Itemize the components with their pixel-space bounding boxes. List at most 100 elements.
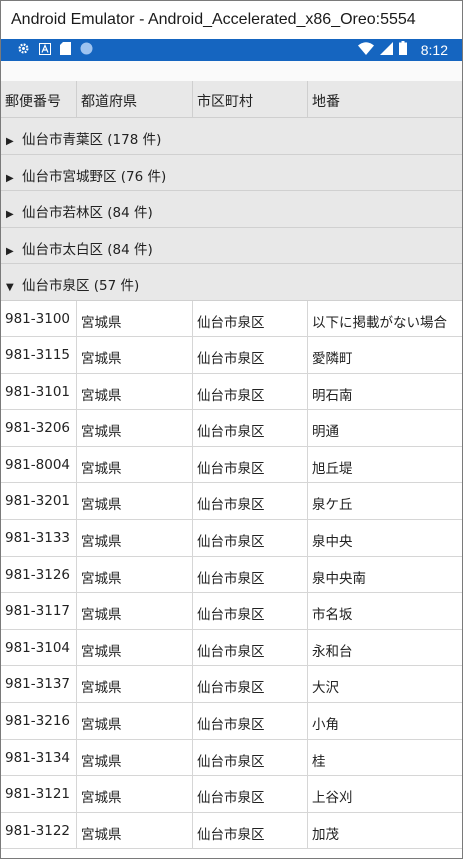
cell-city: 仙台市泉区 — [193, 629, 308, 666]
cell-address: 泉中央南 — [312, 570, 366, 587]
header-prefecture[interactable]: 都道府県 — [77, 81, 193, 117]
header-address[interactable]: 地番 — [308, 81, 462, 117]
group-list: ▶ 仙台市青葉区 (178 件) ▶ 仙台市宮城野区 (76 件) ▶ 仙台市若林区 (8… — [1, 118, 462, 301]
window-title: Android Emulator - Android_Accelerated_x… — [1, 1, 462, 39]
table-row[interactable]: 981-3115 宮城県 仙台市泉区 愛隣町 — [1, 337, 462, 374]
cell-address: 永和台 — [312, 643, 353, 660]
cell-city: 仙台市泉区 — [193, 593, 308, 629]
cell-postal-code: 981-3101 — [1, 373, 77, 410]
header-postal-code[interactable]: 郵便番号 — [1, 81, 77, 117]
table-row[interactable]: 981-3100 宮城県 仙台市泉区 以下に掲載がない場合 — [1, 300, 462, 338]
cell-postal-code: 981-3201 — [1, 483, 77, 520]
table-header: 郵便番号 都道府県 市区町村 地番 — [1, 81, 462, 118]
cell-postal-code: 981-3104 — [1, 629, 77, 666]
cell-city: 仙台市泉区 — [193, 300, 308, 337]
signal-icon — [379, 41, 393, 58]
cell-city: 仙台市泉区 — [193, 739, 308, 776]
group-header[interactable]: ▶ 仙台市宮城野区 (76 件) — [1, 154, 462, 191]
group-label: 仙台市青葉区 (178 件) — [22, 132, 162, 148]
cell-postal-code: 981-3100 — [1, 300, 77, 337]
battery-icon — [398, 41, 407, 58]
cell-postal-code: 981-3133 — [1, 520, 77, 556]
cell-address: 上谷刈 — [312, 790, 353, 807]
group-label: 仙台市宮城野区 (76 件) — [22, 168, 167, 185]
cell-postal-code: 981-3122 — [1, 812, 77, 849]
group-header[interactable]: ▶ 仙台市青葉区 (178 件) — [1, 118, 462, 155]
cell-postal-code: 981-3117 — [1, 593, 77, 629]
table-row[interactable]: 981-3201 宮城県 仙台市泉区 泉ケ丘 — [1, 483, 462, 521]
cell-city: 仙台市泉区 — [193, 556, 308, 593]
row-list: 981-3100 宮城県 仙台市泉区 以下に掲載がない場合 981-3115 宮城県 仙台市… — [1, 300, 462, 850]
cell-address: 愛隣町 — [312, 351, 353, 368]
cell-city: 仙台市泉区 — [193, 337, 308, 373]
app-bar — [1, 61, 462, 81]
cell-city: 仙台市泉区 — [193, 483, 308, 520]
cell-address: 旭丘堤 — [312, 460, 353, 477]
cell-prefecture: 宮城県 — [77, 373, 193, 410]
cell-prefecture: 宮城県 — [77, 666, 193, 703]
cell-postal-code: 981-3206 — [1, 410, 77, 446]
table-row[interactable]: 981-3101 宮城県 仙台市泉区 明石南 — [1, 373, 462, 411]
cell-address: 加茂 — [312, 826, 339, 843]
table-row[interactable]: 981-3117 宮城県 仙台市泉区 市名坂 — [1, 593, 462, 630]
table-row[interactable]: 981-3134 宮城県 仙台市泉区桂 — [1, 739, 462, 777]
expand-triangle-icon: ▶ — [6, 245, 14, 257]
cell-postal-code: 981-8004 — [1, 446, 77, 483]
cell-address: 以下に掲載がない場合 — [312, 314, 447, 331]
group-header[interactable]: ▶ 仙台市太白区 (84 件) — [1, 227, 462, 264]
table-row[interactable]: 981-3121 宮城県 仙台市泉区 上谷刈 — [1, 776, 462, 813]
cell-prefecture: 宮城県 — [77, 629, 193, 666]
cell-prefecture: 宮城県 — [77, 300, 193, 337]
cell-address: 泉ケ丘 — [312, 497, 353, 514]
cell-city: 仙台市泉区 — [193, 703, 308, 739]
cell-address: 桂 — [312, 753, 326, 770]
group-label: 仙台市泉区 (57 件) — [22, 278, 140, 294]
status-time: 8:12 — [420, 41, 448, 58]
cell-prefecture: 宮城県 — [77, 410, 193, 446]
cell-prefecture: 宮城県 — [77, 520, 193, 556]
cell-postal-code: 981-3216 — [1, 703, 77, 739]
cell-postal-code: 981-3126 — [1, 556, 77, 593]
cell-postal-code: 981-3115 — [1, 337, 77, 373]
group-header[interactable]: ▼ 仙台市泉区 (57 件) — [1, 264, 462, 301]
cell-city: 仙台市泉区 — [193, 446, 308, 483]
cell-address: 大沢 — [312, 680, 339, 697]
cell-city: 仙台市泉区 — [193, 373, 308, 410]
group-header[interactable]: ▶ 仙台市若林区 (84 件) — [1, 191, 462, 228]
gear-icon — [17, 42, 30, 58]
header-city[interactable]: 市区町村 — [193, 81, 308, 117]
wifi-icon — [357, 41, 374, 58]
table-row[interactable]: 981-3122 宮城県 仙台市泉区 加茂 — [1, 812, 462, 850]
postal-code-table: 郵便番号 都道府県 市区町村 地番 ▶ 仙台市青葉区 (178 件) ▶ 仙台市宮城野… — [1, 81, 462, 850]
cell-address: 泉中央 — [312, 534, 353, 551]
cell-prefecture: 宮城県 — [77, 446, 193, 483]
cell-prefecture: 宮城県 — [77, 776, 193, 812]
table-row[interactable]: 981-3126 宮城県 仙台市泉区 泉中央南 — [1, 556, 462, 594]
cell-city: 仙台市泉区 — [193, 776, 308, 812]
collapse-triangle-icon: ▼ — [6, 282, 14, 293]
cell-postal-code: 981-3137 — [1, 666, 77, 703]
table-row[interactable]: 981-3104 宮城県 仙台市泉区 永和台 — [1, 629, 462, 667]
android-status-bar: 8:12 — [1, 39, 462, 61]
cell-city: 仙台市泉区 — [193, 812, 308, 849]
cell-city: 仙台市泉区 — [193, 520, 308, 556]
cell-address: 明通 — [312, 424, 339, 441]
cell-postal-code: 981-3121 — [1, 776, 77, 812]
cell-address: 市名坂 — [312, 607, 353, 624]
group-label: 仙台市太白区 (84 件) — [22, 241, 153, 258]
table-row[interactable]: 981-3137 宮城県 仙台市泉区 大沢 — [1, 666, 462, 704]
cell-prefecture: 宮城県 — [77, 739, 193, 776]
cell-prefecture: 宮城県 — [77, 556, 193, 593]
cell-prefecture: 宮城県 — [77, 703, 193, 739]
table-row[interactable]: 981-8004 宮城県 仙台市泉区 旭丘堤 — [1, 446, 462, 484]
expand-triangle-icon: ▶ — [6, 136, 14, 147]
table-row[interactable]: 981-3133 宮城県 仙台市泉区 泉中央 — [1, 520, 462, 557]
cell-prefecture: 宮城県 — [77, 483, 193, 520]
table-row[interactable]: 981-3206 宮城県 仙台市泉区 明通 — [1, 410, 462, 447]
expand-triangle-icon: ▶ — [6, 172, 14, 184]
cell-city: 仙台市泉区 — [193, 666, 308, 703]
table-row[interactable]: 981-3216 宮城県 仙台市泉区 小角 — [1, 703, 462, 740]
sd-card-icon — [60, 42, 71, 58]
cell-address: 明石南 — [312, 387, 353, 404]
expand-triangle-icon: ▶ — [6, 209, 14, 220]
